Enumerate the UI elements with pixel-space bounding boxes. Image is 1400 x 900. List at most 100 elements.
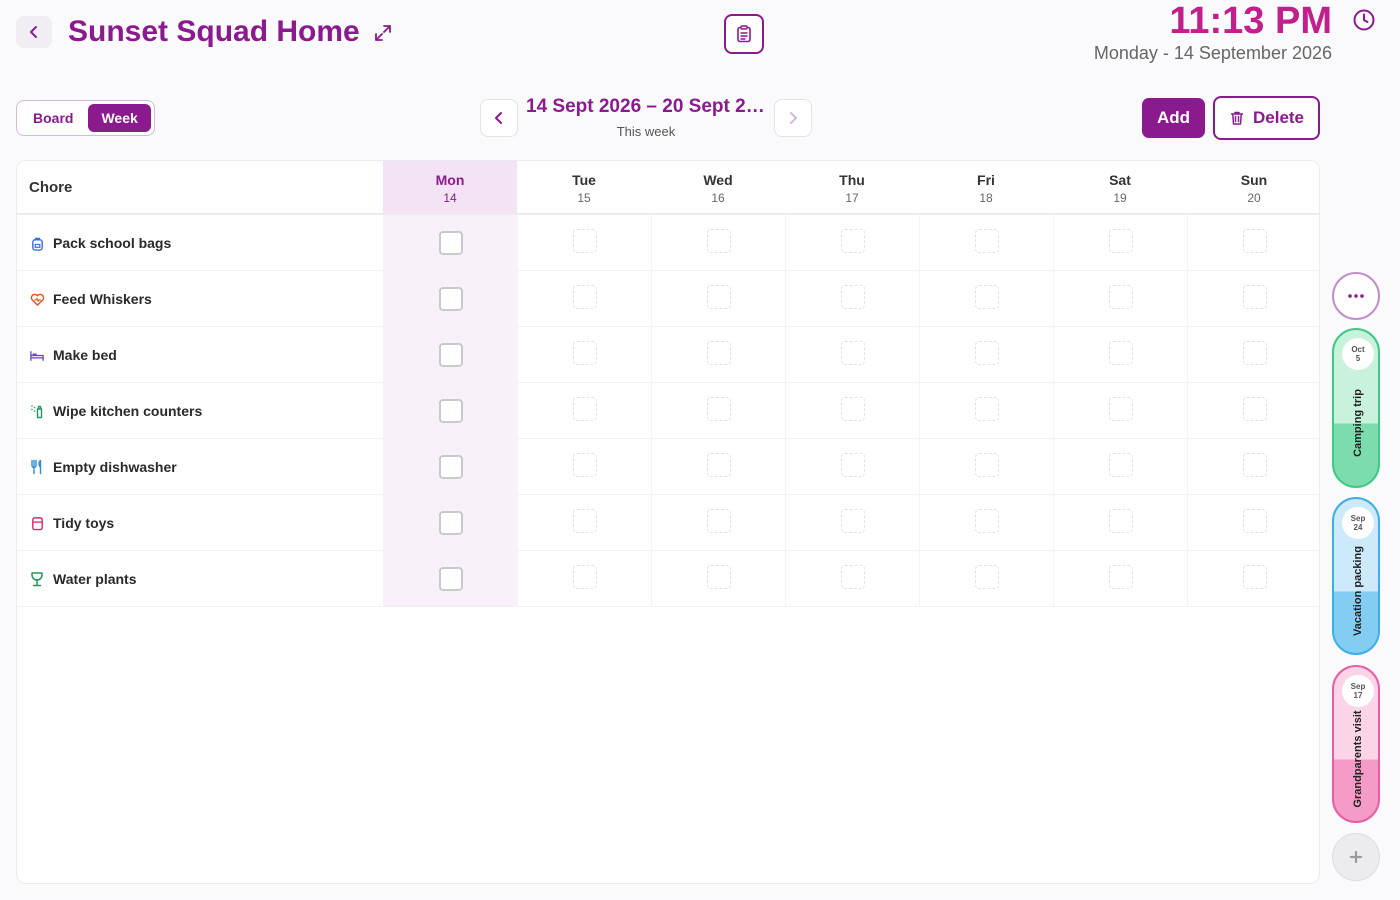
chore-checkbox-sat[interactable] bbox=[1109, 397, 1133, 421]
chore-checkbox-tue[interactable] bbox=[573, 565, 597, 589]
chore-checkbox-fri[interactable] bbox=[975, 565, 999, 589]
delete-button[interactable]: Delete bbox=[1213, 96, 1320, 140]
clipboard-button[interactable] bbox=[724, 14, 764, 54]
chore-checkbox-fri[interactable] bbox=[975, 453, 999, 477]
day-cell bbox=[1187, 495, 1319, 551]
view-board-button[interactable]: Board bbox=[20, 104, 86, 132]
chore-checkbox-thu[interactable] bbox=[841, 341, 865, 365]
chore-checkbox-mon[interactable] bbox=[439, 455, 463, 479]
add-button[interactable]: Add bbox=[1142, 98, 1205, 138]
chore-checkbox-mon[interactable] bbox=[439, 511, 463, 535]
chore-checkbox-thu[interactable] bbox=[841, 397, 865, 421]
day-header-fri: Fri 18 bbox=[919, 161, 1053, 213]
chore-checkbox-fri[interactable] bbox=[975, 285, 999, 309]
chore-checkbox-sat[interactable] bbox=[1109, 229, 1133, 253]
chore-cell[interactable]: Make bed bbox=[29, 327, 117, 383]
chore-checkbox-sun[interactable] bbox=[1243, 285, 1267, 309]
chore-checkbox-sat[interactable] bbox=[1109, 453, 1133, 477]
chore-checkbox-thu[interactable] bbox=[841, 285, 865, 309]
chore-checkbox-wed[interactable] bbox=[707, 397, 731, 421]
chore-cell[interactable]: Tidy toys bbox=[29, 495, 114, 551]
day-cell bbox=[517, 215, 651, 271]
expand-icon[interactable] bbox=[372, 22, 394, 44]
chore-checkbox-mon[interactable] bbox=[439, 287, 463, 311]
chore-checkbox-sat[interactable] bbox=[1109, 341, 1133, 365]
chore-checkbox-wed[interactable] bbox=[707, 229, 731, 253]
event-pill[interactable]: Sep 17 Grandparents visit bbox=[1332, 665, 1380, 823]
chore-checkbox-fri[interactable] bbox=[975, 397, 999, 421]
chore-label: Wipe kitchen counters bbox=[53, 403, 203, 419]
day-number: 14 bbox=[443, 191, 457, 205]
day-cell bbox=[517, 271, 651, 327]
back-button[interactable] bbox=[16, 16, 52, 48]
view-toggle: Board Week bbox=[16, 100, 155, 136]
chore-checkbox-wed[interactable] bbox=[707, 285, 731, 309]
chore-checkbox-mon[interactable] bbox=[439, 343, 463, 367]
chore-checkbox-sat[interactable] bbox=[1109, 565, 1133, 589]
add-event-button[interactable] bbox=[1332, 833, 1380, 881]
day-name: Mon bbox=[435, 172, 465, 188]
chore-row: Tidy toys bbox=[17, 495, 1319, 551]
day-header-mon: Mon 14 bbox=[383, 161, 517, 213]
chore-checkbox-tue[interactable] bbox=[573, 341, 597, 365]
chore-checkbox-thu[interactable] bbox=[841, 509, 865, 533]
chore-checkbox-mon[interactable] bbox=[439, 567, 463, 591]
day-name: Sat bbox=[1109, 172, 1131, 188]
spray-bottle-icon bbox=[29, 403, 45, 419]
chore-checkbox-fri[interactable] bbox=[975, 509, 999, 533]
chore-checkbox-tue[interactable] bbox=[573, 397, 597, 421]
day-cell bbox=[785, 327, 919, 383]
day-cell bbox=[1187, 215, 1319, 271]
chore-checkbox-tue[interactable] bbox=[573, 229, 597, 253]
more-options-button[interactable] bbox=[1332, 272, 1380, 320]
chore-cell[interactable]: Wipe kitchen counters bbox=[29, 383, 202, 439]
chore-label: Pack school bags bbox=[53, 235, 172, 251]
chore-checkbox-sun[interactable] bbox=[1243, 565, 1267, 589]
chore-checkbox-fri[interactable] bbox=[975, 341, 999, 365]
chore-row: Wipe kitchen counters bbox=[17, 383, 1319, 439]
chore-cell[interactable]: Pack school bags bbox=[29, 215, 171, 271]
chore-checkbox-sun[interactable] bbox=[1243, 453, 1267, 477]
chore-checkbox-thu[interactable] bbox=[841, 229, 865, 253]
day-cell bbox=[383, 215, 517, 271]
chore-cell[interactable]: Water plants bbox=[29, 551, 137, 607]
day-name: Tue bbox=[572, 172, 596, 188]
chore-checkbox-wed[interactable] bbox=[707, 341, 731, 365]
more-horizontal-icon bbox=[1348, 294, 1364, 298]
chore-checkbox-wed[interactable] bbox=[707, 565, 731, 589]
day-cell bbox=[1053, 327, 1187, 383]
chore-checkbox-thu[interactable] bbox=[841, 453, 865, 477]
previous-week-button[interactable] bbox=[480, 99, 518, 137]
backpack-icon bbox=[29, 235, 45, 251]
chore-grid: Chore Mon 14 Tue 15 Wed 16 Thu 17 Fri 18 Sat 19 Sun 2… bbox=[16, 160, 1320, 884]
chore-checkbox-tue[interactable] bbox=[573, 509, 597, 533]
chore-checkbox-mon[interactable] bbox=[439, 399, 463, 423]
day-cell bbox=[651, 495, 785, 551]
chore-checkbox-sun[interactable] bbox=[1243, 509, 1267, 533]
chore-checkbox-sat[interactable] bbox=[1109, 285, 1133, 309]
day-cell bbox=[1053, 439, 1187, 495]
view-week-button[interactable]: Week bbox=[88, 104, 151, 132]
chore-checkbox-wed[interactable] bbox=[707, 453, 731, 477]
chore-checkbox-wed[interactable] bbox=[707, 509, 731, 533]
event-date-badge: Oct 5 bbox=[1342, 338, 1374, 370]
chore-checkbox-thu[interactable] bbox=[841, 565, 865, 589]
next-week-button[interactable] bbox=[774, 99, 812, 137]
day-number: 18 bbox=[979, 191, 993, 205]
chore-checkbox-sat[interactable] bbox=[1109, 509, 1133, 533]
chore-checkbox-mon[interactable] bbox=[439, 231, 463, 255]
clock-icon[interactable] bbox=[1352, 8, 1376, 32]
chore-cell[interactable]: Feed Whiskers bbox=[29, 271, 152, 327]
plus-icon bbox=[1349, 850, 1363, 864]
event-pill[interactable]: Oct 5 Camping trip bbox=[1332, 328, 1380, 488]
event-day: 24 bbox=[1353, 523, 1363, 532]
chore-checkbox-tue[interactable] bbox=[573, 453, 597, 477]
chore-checkbox-fri[interactable] bbox=[975, 229, 999, 253]
chore-checkbox-tue[interactable] bbox=[573, 285, 597, 309]
event-label: Grandparents visit bbox=[1352, 710, 1364, 808]
chore-checkbox-sun[interactable] bbox=[1243, 397, 1267, 421]
event-pill[interactable]: Sep 24 Vacation packing bbox=[1332, 497, 1380, 655]
chore-checkbox-sun[interactable] bbox=[1243, 341, 1267, 365]
chore-cell[interactable]: Empty dishwasher bbox=[29, 439, 177, 495]
chore-checkbox-sun[interactable] bbox=[1243, 229, 1267, 253]
